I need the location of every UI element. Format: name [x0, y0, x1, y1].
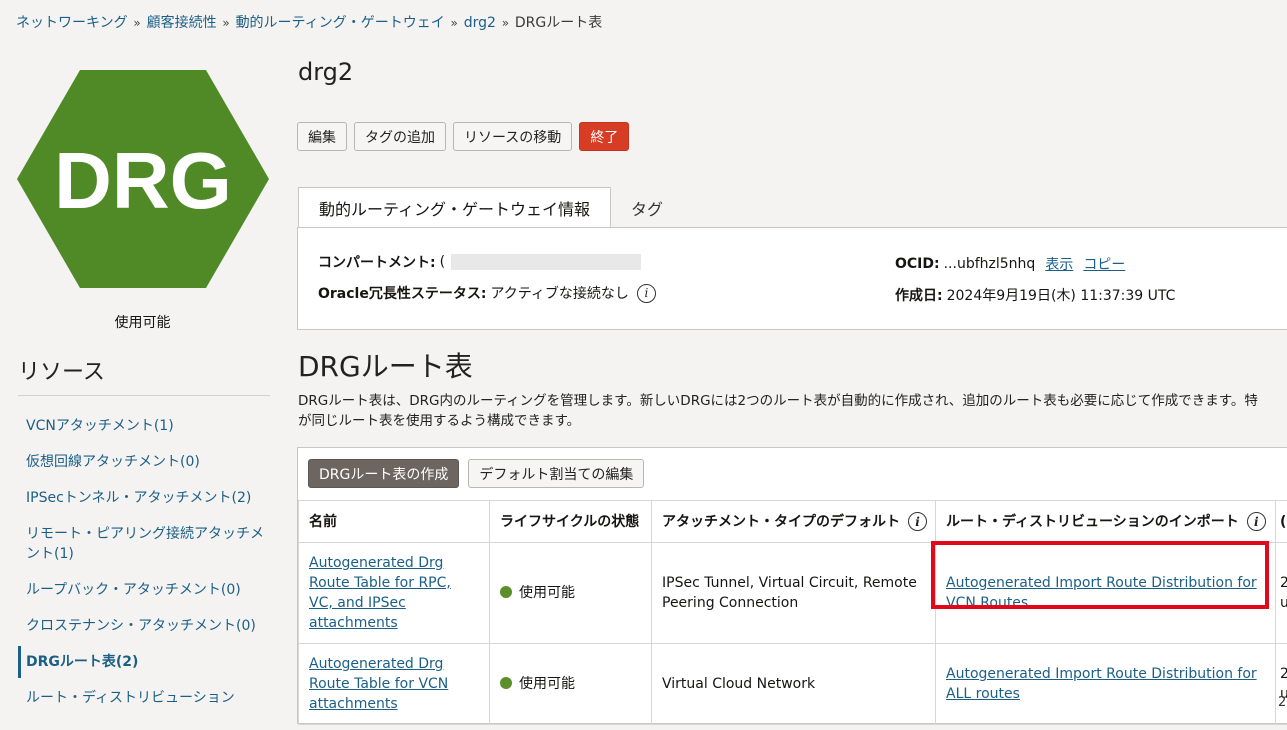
- cell-import-distribution: Autogenerated Import Route Distribution …: [935, 542, 1276, 644]
- cell-attachment-default: IPSec Tunnel, Virtual Circuit, Remote Pe…: [651, 542, 936, 644]
- table-row: Autogenerated Drg Route Table for RPC, V…: [298, 542, 1287, 644]
- table-row: Autogenerated Drg Route Table for VCN at…: [298, 643, 1287, 725]
- col-header-truncated: (: [1275, 500, 1287, 543]
- edit-default-assignments-button[interactable]: デフォルト割当ての編集: [468, 459, 645, 488]
- tab-tags[interactable]: タグ: [611, 187, 683, 228]
- redundancy-label: Oracle冗長性ステータス:: [318, 286, 487, 302]
- state-label: 使用可能: [519, 585, 575, 601]
- section-description: DRGルート表は、DRG内のルーティングを管理します。新しいDRGには2つのルー…: [298, 391, 1287, 431]
- breadcrumb-separator-icon: »: [446, 16, 462, 30]
- breadcrumb-drg-list[interactable]: 動的ルーティング・ゲートウェイ: [236, 15, 445, 31]
- cell-import-distribution: Autogenerated Import Route Distribution …: [935, 643, 1276, 725]
- compartment-row: コンパートメント: (: [318, 252, 642, 272]
- breadcrumb-current: DRGルート表: [514, 15, 603, 31]
- route-table-link[interactable]: Autogenerated Drg Route Table for VCN at…: [309, 656, 448, 712]
- col-header-lifecycle-state[interactable]: ライフサイクルの状態: [489, 500, 652, 543]
- col-header-name[interactable]: 名前: [298, 500, 490, 543]
- created-label: 作成日:: [895, 288, 943, 304]
- state-label: 使用可能: [519, 676, 575, 692]
- cell-name: Autogenerated Drg Route Table for VCN at…: [298, 643, 490, 725]
- sidebar-item-drg-route-tables[interactable]: DRGルート表(2): [18, 646, 273, 678]
- import-distribution-link[interactable]: Autogenerated Import Route Distribution …: [946, 666, 1257, 702]
- compartment-label: コンパートメント:: [318, 255, 436, 271]
- resources-divider: [18, 395, 270, 396]
- route-tables-table: 名前 ライフサイクルの状態 アタッチメント・タイプのデフォルト i ルート・ディス…: [298, 500, 1287, 725]
- table-footer-count: 2: [1278, 695, 1287, 710]
- sidebar-item-route-distributions[interactable]: ルート・ディストリビューション: [18, 682, 273, 714]
- route-tables-card: DRGルート表の作成 デフォルト割当ての編集 名前 ライフサイクルの状態 アタッ…: [297, 447, 1287, 725]
- resources-nav: VCNアタッチメント(1) 仮想回線アタッチメント(0) IPSecトンネル・ア…: [18, 410, 273, 718]
- redundancy-row: Oracle冗長性ステータス: アクティブな接続なし i: [318, 283, 656, 303]
- breadcrumb-drg2[interactable]: drg2: [464, 15, 496, 31]
- sidebar-item-loopback-attachments[interactable]: ループバック・アタッチメント(0): [18, 574, 273, 606]
- ocid-label: OCID:: [895, 256, 940, 272]
- terminate-button[interactable]: 終了: [579, 122, 630, 151]
- status-dot-icon: [500, 677, 512, 689]
- detail-tabs: 動的ルーティング・ゲートウェイ情報 タグ: [298, 187, 683, 228]
- cell-truncated: 2 u: [1275, 542, 1287, 644]
- drg-info-panel: コンパートメント: ( Oracle冗長性ステータス: アクティブな接続なし i…: [297, 227, 1287, 330]
- import-distribution-link[interactable]: Autogenerated Import Route Distribution …: [946, 575, 1257, 611]
- breadcrumb: ネットワーキング » 顧客接続性 » 動的ルーティング・ゲートウェイ » drg…: [16, 12, 602, 32]
- col-header-attachment-default[interactable]: アタッチメント・タイプのデフォルト i: [651, 500, 936, 543]
- drg-resource-icon: DRG: [17, 70, 269, 288]
- section-description-line2: が同じルート表を使用するよう構成できます。: [298, 413, 581, 429]
- ocid-row: OCID: ...ubfhzl5nhq 表示 コピー: [895, 254, 1125, 274]
- sidebar-item-ipsec-attachments[interactable]: IPSecトンネル・アタッチメント(2): [18, 482, 273, 514]
- ocid-value: ...ubfhzl5nhq: [943, 256, 1036, 272]
- ocid-show-link[interactable]: 表示: [1045, 254, 1073, 274]
- created-value: 2024年9月19日(木) 11:37:39 UTC: [946, 288, 1176, 304]
- sidebar-item-rpc-attachments[interactable]: リモート・ピアリング接続アタッチメント(1): [18, 518, 273, 570]
- route-table-link[interactable]: Autogenerated Drg Route Table for RPC, V…: [309, 555, 451, 631]
- created-row: 作成日: 2024年9月19日(木) 11:37:39 UTC: [895, 285, 1175, 305]
- breadcrumb-separator-icon: »: [218, 16, 234, 30]
- cell-attachment-default: Virtual Cloud Network: [651, 643, 936, 725]
- breadcrumb-separator-icon: »: [497, 16, 513, 30]
- move-resource-button[interactable]: リソースの移動: [453, 122, 573, 151]
- redundancy-value: アクティブな接続なし: [490, 286, 629, 302]
- table-header-row: 名前 ライフサイクルの状態 アタッチメント・タイプのデフォルト i ルート・ディス…: [298, 500, 1287, 543]
- sidebar-item-vcn-attachments[interactable]: VCNアタッチメント(1): [18, 410, 273, 442]
- cell-truncated: 2 u: [1275, 643, 1287, 725]
- sidebar-item-cross-tenancy-attachments[interactable]: クロステナンシ・アタッチメント(0): [18, 610, 273, 642]
- info-icon[interactable]: i: [636, 283, 656, 303]
- edit-button[interactable]: 編集: [297, 122, 347, 151]
- create-route-table-button[interactable]: DRGルート表の作成: [308, 459, 460, 488]
- section-description-line1: DRGルート表は、DRG内のルーティングを管理します。新しいDRGには2つのルー…: [298, 393, 1258, 409]
- tab-drg-info[interactable]: 動的ルーティング・ゲートウェイ情報: [298, 187, 612, 228]
- section-title: DRGルート表: [298, 350, 473, 383]
- breadcrumb-networking[interactable]: ネットワーキング: [16, 15, 128, 31]
- resource-status: 使用可能: [114, 315, 171, 331]
- col-header-attachment-default-label: アタッチメント・タイプのデフォルト: [662, 513, 900, 530]
- action-toolbar: 編集 タグの追加 リソースの移動 終了: [297, 122, 630, 151]
- info-icon[interactable]: i: [908, 512, 927, 531]
- col-header-import-distribution[interactable]: ルート・ディストリビューションのインポート i: [935, 500, 1276, 543]
- compartment-value: (: [439, 254, 446, 270]
- drg-icon-text: DRG: [54, 136, 232, 225]
- status-dot-icon: [500, 586, 512, 598]
- add-tag-button[interactable]: タグの追加: [354, 122, 446, 151]
- info-icon[interactable]: i: [1246, 512, 1266, 531]
- cell-name: Autogenerated Drg Route Table for RPC, V…: [298, 542, 490, 644]
- breadcrumb-customer-connectivity[interactable]: 顧客接続性: [147, 15, 217, 31]
- redacted-block: [451, 254, 642, 270]
- page-title: drg2: [298, 58, 354, 86]
- resources-title: リソース: [18, 360, 105, 385]
- breadcrumb-separator-icon: »: [129, 16, 145, 30]
- sidebar-item-virtual-circuit-attachments[interactable]: 仮想回線アタッチメント(0): [18, 446, 273, 478]
- cell-state: 使用可能: [489, 643, 652, 725]
- cell-state: 使用可能: [489, 542, 652, 644]
- ocid-copy-link[interactable]: コピー: [1083, 254, 1125, 274]
- col-header-import-distribution-label: ルート・ディストリビューションのインポート: [946, 513, 1239, 530]
- table-toolbar: DRGルート表の作成 デフォルト割当ての編集: [308, 459, 645, 488]
